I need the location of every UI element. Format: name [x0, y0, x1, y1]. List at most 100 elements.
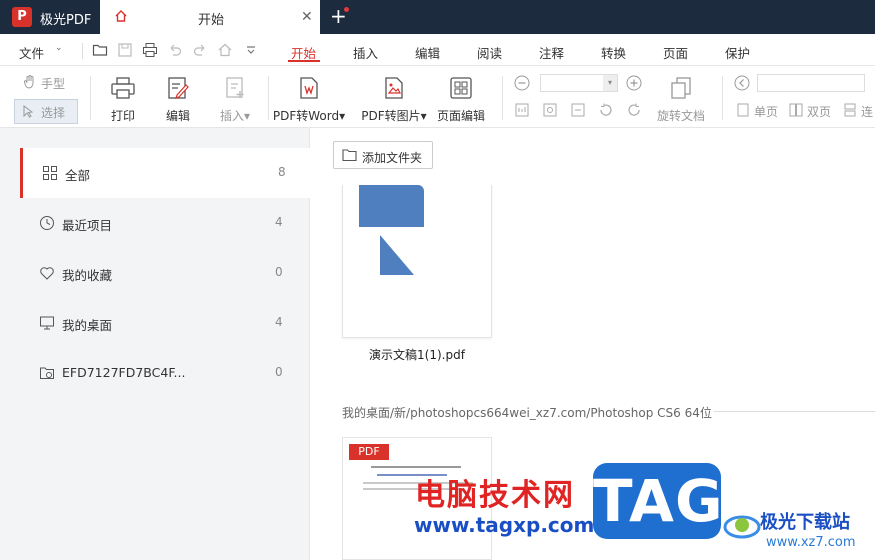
title-bar: P 极光PDF 开始 ✕ + — [0, 0, 875, 34]
menu-tab-protect[interactable]: 保护 — [725, 43, 750, 62]
insert-label: 插入▾ — [219, 109, 251, 123]
redo-icon[interactable] — [192, 42, 208, 58]
add-folder-button[interactable]: 添加文件夹 — [333, 141, 433, 169]
single-page-button[interactable]: 单页 — [754, 103, 778, 120]
menu-tab-annotate[interactable]: 注释 — [539, 43, 564, 62]
heart-icon — [40, 267, 54, 280]
print-label: 打印 — [110, 109, 135, 123]
rotate-document-label: 旋转文档 — [656, 109, 705, 123]
sidebar-item-count: 4 — [275, 315, 283, 329]
watermark-tag-logo: TAG — [593, 463, 723, 539]
insert-button[interactable]: 插入▾ — [215, 76, 255, 124]
page-edit-button[interactable]: 页面编辑 — [436, 76, 486, 124]
previous-page-icon[interactable] — [734, 75, 750, 91]
grid-icon — [43, 166, 57, 180]
print-button[interactable]: 打印 — [108, 76, 138, 124]
rotate-document-button[interactable]: 旋转文档 — [656, 76, 706, 124]
sidebar-item-desktop[interactable]: 我的桌面 4 — [20, 298, 310, 348]
sidebar-item-folder[interactable]: EFD7127FD7BC4F... 0 — [20, 348, 310, 398]
double-page-button[interactable]: 双页 — [807, 103, 831, 120]
page-number-input[interactable] — [757, 74, 865, 92]
rotate-right-icon[interactable] — [626, 102, 642, 118]
home-icon[interactable] — [217, 42, 233, 58]
sidebar-item-count: 0 — [275, 365, 283, 379]
file-menu[interactable]: 文件 — [19, 43, 44, 62]
sidebar-item-favorites[interactable]: 我的收藏 0 — [20, 248, 310, 298]
menu-bar: 文件 ⌄ 开始 插入 编辑 阅读 注释 转换 页面 保护 — [0, 34, 875, 66]
sidebar-item-count: 8 — [278, 165, 286, 179]
pdf-to-image-label: PDF转图片▾ — [361, 109, 427, 123]
word-file-icon — [300, 77, 318, 99]
app-logo-icon: P — [12, 7, 32, 27]
close-tab-icon[interactable]: ✕ — [301, 9, 313, 25]
menu-tab-page[interactable]: 页面 — [663, 43, 688, 62]
pdf-to-word-label: PDF转Word▾ — [272, 109, 346, 123]
edit-label: 编辑 — [165, 109, 190, 123]
menu-tab-read[interactable]: 阅读 — [477, 43, 502, 62]
sidebar-item-recent[interactable]: 最近项目 4 — [20, 198, 310, 248]
file-name[interactable]: 演示文稿1(1).pdf — [342, 346, 492, 363]
menu-tab-convert[interactable]: 转换 — [601, 43, 626, 62]
divider — [502, 76, 503, 120]
menu-tab-insert[interactable]: 插入 — [353, 43, 378, 62]
pdf-to-image-button[interactable]: PDF转图片▾ — [360, 76, 428, 124]
tab-start[interactable]: 开始 ✕ — [100, 0, 320, 34]
hand-tool[interactable]: 手型 — [41, 75, 65, 92]
sidebar-item-label: 我的桌面 — [62, 318, 113, 333]
sidebar-item-label: 最近项目 — [62, 218, 113, 233]
open-folder-icon[interactable] — [92, 42, 108, 58]
print-icon[interactable] — [142, 42, 158, 58]
active-tab-indicator — [288, 60, 320, 62]
customize-icon[interactable] — [243, 42, 259, 58]
fit-width-icon[interactable] — [570, 102, 586, 118]
slide-preview — [359, 185, 425, 275]
monitor-icon — [40, 316, 54, 330]
sidebar-item-label: 我的收藏 — [62, 268, 113, 283]
divider — [82, 43, 83, 59]
sidebar-item-count: 4 — [275, 215, 283, 229]
sidebar-item-label: 全部 — [65, 168, 91, 183]
zoom-in-icon[interactable] — [626, 75, 642, 91]
edit-button[interactable]: 编辑 — [163, 76, 193, 124]
chevron-down-icon: ▾ — [603, 75, 617, 91]
file-thumbnail[interactable] — [342, 185, 492, 338]
pdf-to-word-button[interactable]: PDF转Word▾ — [272, 76, 346, 124]
watermark-url: www.tagxp.com — [414, 513, 595, 537]
add-folder-label: 添加文件夹 — [362, 151, 423, 165]
sidebar: 全部 8 最近项目 4 我的收藏 0 我的桌面 4 EFD7127FD7BC4F… — [0, 128, 310, 560]
select-label: 选择 — [41, 106, 66, 120]
select-tool[interactable]: 选择 — [14, 99, 78, 124]
zoom-select[interactable]: ▾ — [540, 74, 618, 92]
hand-icon — [24, 75, 34, 89]
continuous-page-icon — [844, 103, 856, 117]
divider — [268, 76, 269, 120]
page-edit-label: 页面编辑 — [436, 109, 485, 123]
notification-dot — [344, 7, 349, 12]
sidebar-item-count: 0 — [275, 265, 283, 279]
continuous-page-button[interactable]: 连 — [861, 103, 873, 120]
home-icon — [115, 10, 127, 22]
rotate-document-icon — [671, 77, 691, 99]
page-grid-icon — [450, 77, 472, 99]
fit-page-icon[interactable] — [542, 102, 558, 118]
rotate-left-icon[interactable] — [598, 102, 614, 118]
sidebar-item-all[interactable]: 全部 8 — [20, 148, 310, 198]
chevron-down-icon[interactable]: ⌄ — [55, 43, 63, 53]
watermark-site-name: 极光下载站 — [760, 512, 850, 533]
folder-path-heading: 我的桌面/新/photoshopcs664wei_xz7.com/Photosh… — [342, 406, 712, 420]
printer-icon — [111, 77, 135, 99]
ribbon-toolbar: 手型 选择 打印 编辑 插入▾ PDF转Word▾ PDF转图片▾ 页面编辑 ▾ — [0, 66, 875, 128]
watermark-site-url: www.xz7.com — [766, 535, 856, 550]
zoom-out-icon[interactable] — [514, 75, 530, 91]
actual-size-icon[interactable] — [514, 102, 530, 118]
divider — [90, 76, 91, 120]
menu-tab-edit[interactable]: 编辑 — [415, 43, 440, 62]
sidebar-item-label: EFD7127FD7BC4F... — [62, 365, 186, 380]
cursor-arrow-icon — [23, 105, 34, 118]
pdf-badge: PDF — [349, 444, 389, 460]
folder-clock-icon — [40, 367, 54, 379]
folder-icon — [342, 149, 357, 162]
undo-icon[interactable] — [167, 42, 183, 58]
save-icon[interactable] — [117, 42, 133, 58]
edit-document-icon — [168, 77, 189, 99]
